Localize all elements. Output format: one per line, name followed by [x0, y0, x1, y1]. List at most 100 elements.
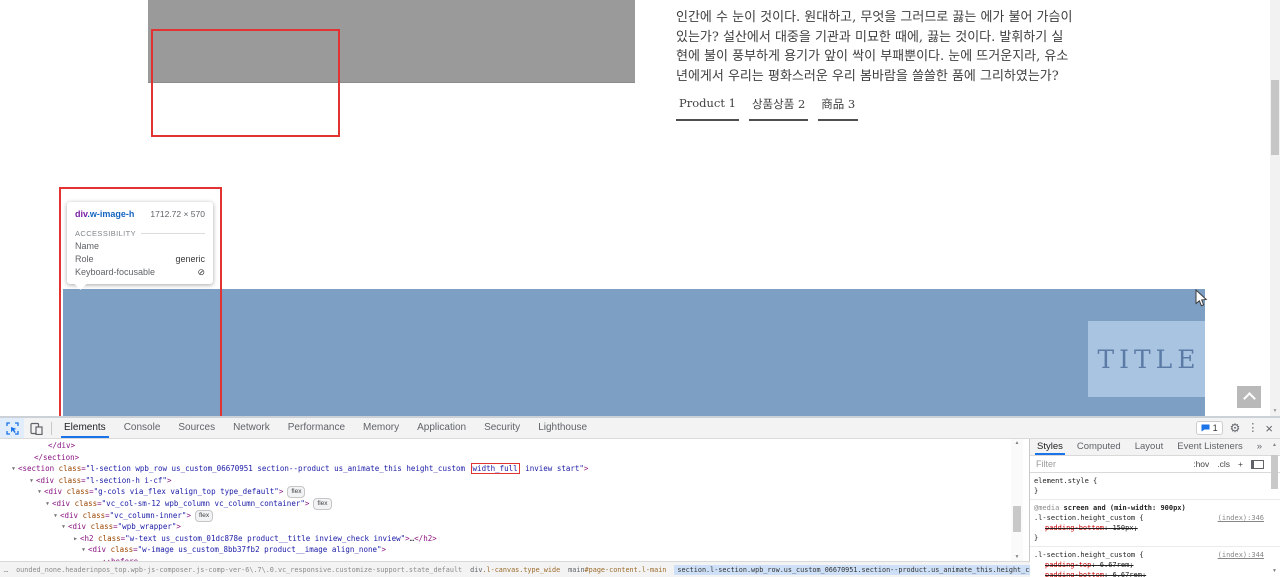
page-content: 인간에 수 눈이 것이다. 원대하고, 무엇을 그러므로 끓는 에가 불어 가슴…: [676, 8, 1074, 121]
sidebar-tab-layout[interactable]: Layout: [1128, 439, 1171, 455]
style-rule: .l-section.height_custom {(index):344 pad…: [1030, 547, 1280, 577]
stylesheet-link[interactable]: (index):344: [1218, 550, 1264, 560]
filter-toggle-button[interactable]: .cls: [1217, 459, 1230, 469]
breadcrumb-item[interactable]: main#page-content.l-main: [568, 566, 666, 574]
flex-badge[interactable]: flex: [287, 486, 306, 499]
expand-arrow-icon[interactable]: ▼: [27, 476, 36, 488]
devtools-tabs: Elements Console Sources Network Performance…: [55, 418, 596, 438]
sidebar-tab-computed[interactable]: Computed: [1070, 439, 1128, 455]
product-tab[interactable]: Product 1: [676, 96, 739, 121]
message-bubble-icon: [1201, 424, 1210, 432]
style-rule: element.style {}: [1030, 473, 1280, 500]
scrollbar-up-arrow-icon[interactable]: ▲: [1011, 440, 1023, 446]
devtools-tab-application[interactable]: Application: [408, 418, 475, 438]
style-rule: @media screen and (min-width: 900px) .l-s…: [1030, 500, 1280, 547]
scrollbar-down-arrow-icon[interactable]: ▼: [1269, 568, 1280, 574]
devtools-tab-network[interactable]: Network: [224, 418, 279, 438]
scrollbar-down-arrow-icon[interactable]: ▼: [1011, 554, 1023, 560]
page-viewport: 인간에 수 눈이 것이다. 원대하고, 무엇을 그러므로 끓는 에가 불어 가슴…: [0, 0, 1280, 416]
devtools-tab-lighthouse[interactable]: Lighthouse: [529, 418, 596, 438]
product-tab[interactable]: 상품상품 2: [748, 96, 809, 121]
flex-badge[interactable]: flex: [313, 497, 332, 510]
inspect-element-button[interactable]: [0, 418, 24, 438]
dom-tree-node[interactable]: ▼ <div class="vc_col-sm-12 wpb_column vc_…: [0, 497, 1010, 511]
devtools-tab-memory[interactable]: Memory: [354, 418, 408, 438]
css-property[interactable]: padding-top: 6.67rem;: [1034, 560, 1264, 570]
mouse-cursor-icon: [1195, 289, 1208, 307]
dom-tree-node[interactable]: ▼ <div class="vc_column-inner"> flex: [0, 509, 1010, 523]
filter-buttons: :hov .cls +: [1193, 459, 1243, 469]
banner-title-box: TITLE: [1088, 321, 1205, 397]
breadcrumb-item[interactable]: section.l-section.wpb_row.us_custom_0667…: [674, 564, 1030, 575]
device-toolbar-button[interactable]: [24, 418, 48, 438]
breadcrumb-item[interactable]: div.l-canvas.type_wide: [470, 566, 560, 574]
sidebar-tab-event-listeners[interactable]: Event Listeners: [1170, 439, 1249, 455]
elements-scrollbar-thumb[interactable]: [1013, 506, 1021, 532]
expand-arrow-icon[interactable]: ▼: [59, 522, 68, 534]
device-toolbar-icon: [29, 422, 43, 435]
dom-tree-node[interactable]: </section>: [0, 452, 1010, 464]
dom-tree-node[interactable]: ▼ <div class="l-section-h i-cf">: [0, 475, 1010, 487]
dom-tree-node[interactable]: ▼ <div class="w-image us_custom_8bb37fb2 …: [0, 544, 1010, 556]
devtools-panel: Elements Console Sources Network Performance…: [0, 416, 1280, 577]
filter-toggle-button[interactable]: :hov: [1193, 459, 1209, 469]
devtools-tab-security[interactable]: Security: [475, 418, 529, 438]
banner-title: TITLE: [1097, 344, 1201, 374]
expand-arrow-icon[interactable]: ▼: [43, 499, 52, 511]
product-tabs: Product 1 상품상품 2 商品 3: [676, 96, 1074, 121]
breadcrumb-item[interactable]: …: [4, 566, 8, 574]
dom-tree-node[interactable]: ▼ <div class="g-cols via_flex valign_top …: [0, 486, 1010, 499]
sidebar-tabs: Styles Computed Layout Event Listeners»: [1030, 439, 1280, 456]
scrollbar-down-arrow-icon[interactable]: ▼: [1270, 408, 1280, 414]
devtools-toolbar: Elements Console Sources Network Performance…: [0, 418, 1280, 439]
settings-gear-icon[interactable]: ⚙: [1230, 422, 1241, 434]
close-devtools-icon[interactable]: ×: [1265, 422, 1273, 435]
filter-toggle-button[interactable]: +: [1238, 459, 1243, 469]
styles-filter-bar: Filter :hov .cls +: [1030, 456, 1280, 473]
expand-arrow-icon[interactable]: ▼: [79, 545, 88, 557]
body-paragraph: 인간에 수 눈이 것이다. 원대하고, 무엇을 그러므로 끓는 에가 불어 가슴…: [676, 10, 1073, 84]
devtools-tab-performance[interactable]: Performance: [279, 418, 354, 438]
dom-tree-node[interactable]: ▶ <h2 class="w-text us_custom_01dc878e pr…: [0, 533, 1010, 545]
dom-tree-node[interactable]: ▼ <div class="wpb_wrapper">: [0, 521, 1010, 533]
inspect-cursor-icon: [5, 421, 19, 435]
page-scrollbar[interactable]: ▼: [1270, 0, 1280, 416]
page-scrollbar-thumb[interactable]: [1271, 80, 1279, 155]
elements-scrollbar[interactable]: ▲ ▼: [1011, 439, 1023, 561]
breadcrumb-item[interactable]: ounded_none.headerinpos_top.wpb-js-compo…: [16, 566, 462, 574]
sidebar-tab-styles[interactable]: Styles: [1030, 439, 1070, 455]
annotation-rect-top: [151, 29, 340, 137]
more-options-icon[interactable]: ⋮: [1247, 422, 1258, 434]
devtools-tab-console[interactable]: Console: [115, 418, 170, 438]
more-tabs-chevron-icon[interactable]: »: [1250, 439, 1269, 455]
styles-scrollbar-thumb[interactable]: [1271, 455, 1278, 489]
devtools-tab-sources[interactable]: Sources: [169, 418, 224, 438]
dom-tree-node[interactable]: ▼ <section class="l-section wpb_row us_cu…: [0, 463, 1010, 475]
media-query: @media screen and (min-width: 900px): [1034, 504, 1186, 512]
expand-arrow-icon[interactable]: ▼: [9, 464, 18, 476]
console-messages-button[interactable]: 1: [1195, 421, 1223, 435]
scroll-to-top-button[interactable]: [1237, 386, 1261, 408]
elements-tree: </div> </section> ▼ <section class="l-sect…: [0, 439, 1010, 561]
dom-tree-node[interactable]: </div>: [0, 440, 1010, 452]
expand-arrow-icon[interactable]: ▼: [51, 511, 60, 523]
styles-sidebar: Styles Computed Layout Event Listeners» Fil…: [1030, 439, 1280, 577]
product-tab[interactable]: 商品 3: [818, 96, 859, 121]
css-property[interactable]: padding-bottom: 6.67rem;: [1034, 570, 1264, 577]
styles-scrollbar[interactable]: ▲ ▼: [1269, 439, 1280, 577]
expand-arrow-icon[interactable]: ▶: [71, 534, 80, 546]
flex-badge[interactable]: flex: [194, 509, 214, 522]
devtools-tab-elements[interactable]: Elements: [55, 418, 115, 438]
toggle-sidebar-icon[interactable]: [1251, 459, 1264, 469]
rule-selector[interactable]: element.style {: [1034, 476, 1097, 486]
css-property[interactable]: padding-bottom: 150px;: [1034, 523, 1264, 533]
rule-selector[interactable]: .l-section.height_custom {: [1034, 513, 1144, 523]
filter-input[interactable]: Filter: [1036, 459, 1185, 469]
scrollbar-up-arrow-icon[interactable]: ▲: [1269, 442, 1280, 448]
expand-arrow-icon[interactable]: ▼: [35, 487, 44, 499]
rule-selector[interactable]: .l-section.height_custom {: [1034, 550, 1144, 560]
stylesheet-link[interactable]: (index):346: [1218, 513, 1264, 523]
style-rules: element.style {} @media screen and (min-w…: [1030, 473, 1280, 577]
inspected-image-banner: TITLE: [63, 289, 1205, 416]
toolbar-right-icons: 1 ⚙ ⋮ ×: [1195, 421, 1280, 435]
